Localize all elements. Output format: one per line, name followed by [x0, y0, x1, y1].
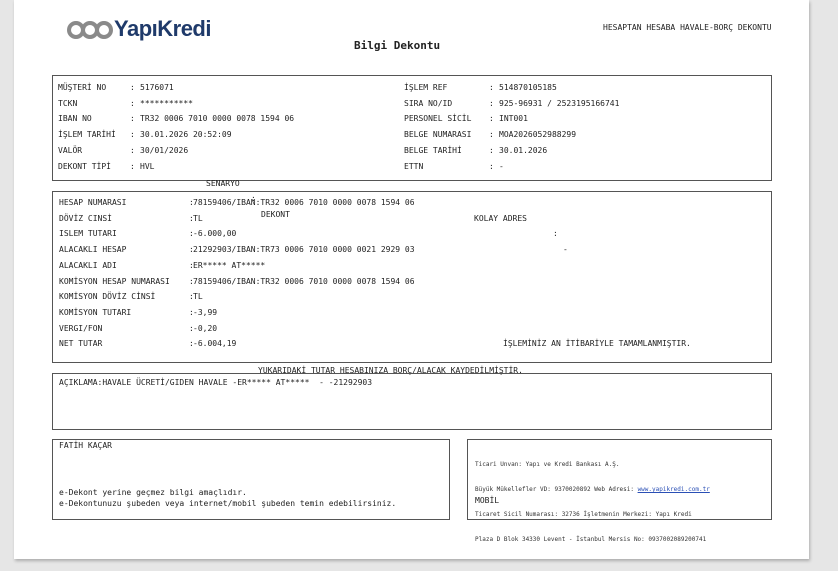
yapikredi-logo-icon [67, 21, 113, 39]
document-field-label: BELGE NUMARASI [404, 130, 472, 140]
document-field-value: MOA2026052988299 [499, 130, 577, 140]
disclaimer-line-2: e-Dekontunuzu şubeden veya internet/mobi… [59, 499, 397, 508]
scenario-row: SENARYO : DEKONT [53, 160, 290, 219]
transaction-field-value: 78159406/IBAN:TR32 0006 7010 0000 0078 1… [193, 276, 415, 286]
description-text: AÇIKLAMA:HAVALE ÜCRETİ/GIDEN HAVALE -ER*… [59, 378, 373, 387]
customer-info-box: MÜŞTERİ NO:5176071 TCKN: *********** IBAN N… [52, 75, 772, 219]
customer-field-value: 30.01.2026 20:52:09 [140, 130, 232, 140]
receipt-page: YapıKredi Bilgi Dekontu HESAPTAN HESABA … [14, 0, 809, 559]
bank-title: Ticari Unvan: Yapı ve Kredi Bankası A.Ş. [475, 460, 620, 468]
customer-field-label: TCKN [58, 98, 78, 108]
kolay-adres-value: - [563, 245, 568, 255]
brand-name: YapıKredi [114, 16, 211, 41]
transaction-field-value: -6.000,00 [193, 229, 237, 239]
customer-name: FATİH KAÇAR [59, 441, 112, 450]
document-field-value: INT001 [499, 114, 528, 124]
bank-registry-line: Ticaret Sicil Numarası: 32736 İşletmenin… [475, 511, 692, 519]
customer-field-label: IBAN NO [58, 114, 92, 124]
customer-field-label: İŞLEM TARİHİ [58, 130, 116, 140]
bank-tax-line: Büyük Mükellefler VD: 9370020892 Web Adr… [475, 486, 710, 494]
document-field-label: PERSONEL SİCİL [404, 114, 472, 124]
transaction-field-label: KOMİSYON DÖVİZ CİNSİ [59, 292, 156, 302]
transaction-field-label: KOMİSYON TUTARI [59, 307, 132, 317]
document-field-label: SIRA NO/ID [404, 98, 453, 108]
footer-left-box: FATİH KAÇAR e-Dekont yerine geçmez bilgi… [52, 439, 450, 520]
transaction-field-value: 78159406/IBAN:TR32 0006 7010 0000 0078 1… [193, 198, 415, 207]
transaction-field-value: TL [193, 292, 203, 302]
kolay-adres-row: KOLAY ADRES : - [53, 195, 568, 254]
document-field-label: BELGE TARİHİ [404, 145, 462, 155]
transaction-field-value: TL [193, 213, 203, 223]
transaction-field-value: -3,99 [193, 307, 218, 317]
document-field-value: 30.01.2026 [499, 145, 548, 155]
transaction-box: HESAP NUMARASI:78159406/IBAN:TR32 0006 7… [52, 191, 772, 363]
transaction-field-label: NET TUTAR [59, 339, 103, 349]
document-field-value: 514870105185 [499, 83, 557, 92]
bank-logo: YapıKredi [66, 16, 216, 43]
completion-note: İŞLEMİNİZ AN İTİBARİYLE TAMAMLANMIŞTIR. [503, 339, 691, 348]
transaction-field-label: VERGI/FON [59, 323, 103, 333]
document-type: HESAPTAN HESABA HAVALE-BORÇ DEKONTU [603, 23, 772, 32]
scenario-label: SENARYO [206, 178, 240, 188]
channel-label: MOBİL [475, 496, 500, 505]
customer-field-value: 5176071 [140, 83, 174, 92]
transaction-field-label: KOMİSYON HESAP NUMARASI [59, 276, 170, 286]
customer-field-value: TR32 0006 7010 0000 0078 1594 06 [140, 114, 295, 124]
transaction-field-value: ER***** AT***** [193, 260, 266, 270]
transaction-field-value: -6.004,19 [193, 339, 237, 349]
customer-field-value: *********** [140, 98, 193, 108]
document-field-value: 925-96931 / 2523195166741 [499, 98, 620, 108]
customer-field-label: VALÖR [58, 145, 83, 155]
description-box: AÇIKLAMA:HAVALE ÜCRETİ/GIDEN HAVALE -ER*… [52, 373, 772, 430]
bank-address-line: Plaza D Blok 34330 Levent - İstanbul Mer… [475, 536, 707, 544]
bank-info: Ticari Unvan: Yapı ve Kredi Bankası A.Ş.… [475, 444, 710, 562]
document-title: Bilgi Dekontu [354, 39, 441, 52]
transaction-field-value: 21292903/IBAN:TR73 0006 7010 0000 0021 2… [193, 245, 415, 255]
customer-field-label: MÜŞTERİ NO [58, 83, 107, 92]
kolay-adres-label: KOLAY ADRES [474, 213, 527, 223]
customer-field-value: HVL [140, 161, 155, 171]
document-field-value: - [499, 161, 504, 171]
document-field-label: İŞLEM REF [404, 83, 448, 92]
document-field-label: ETTN [404, 161, 424, 171]
transaction-field-value: -0,20 [193, 323, 218, 333]
customer-field-value: 30/01/2026 [140, 145, 189, 155]
bank-website-link[interactable]: www.yapikredi.com.tr [638, 486, 710, 493]
footer-right-box: Ticari Unvan: Yapı ve Kredi Bankası A.Ş.… [467, 439, 772, 543]
